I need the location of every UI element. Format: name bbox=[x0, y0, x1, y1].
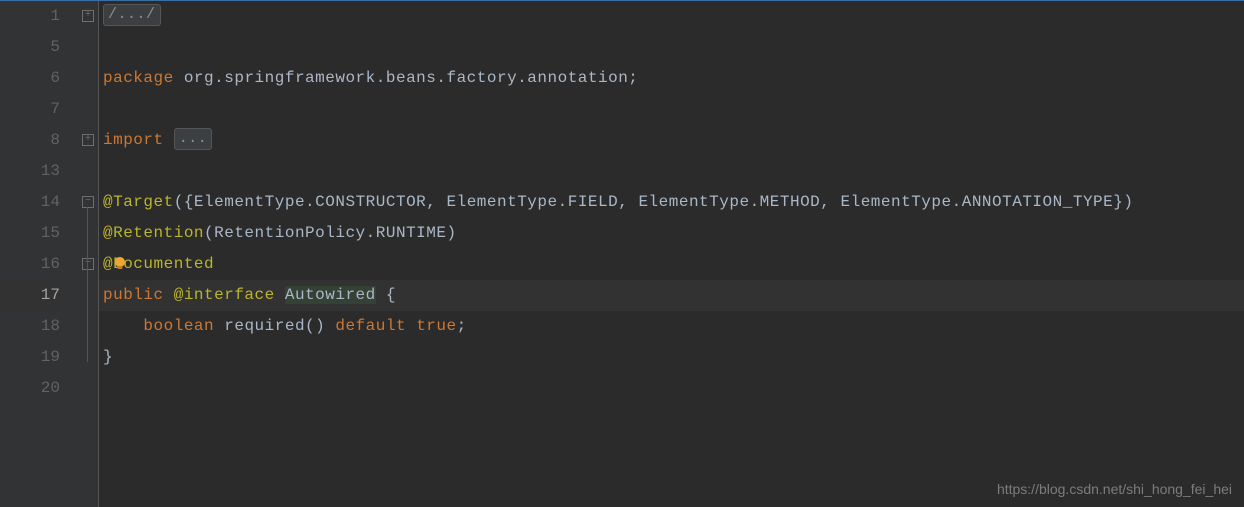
fold-expand-icon[interactable]: + bbox=[82, 134, 94, 146]
code-token: org.springframework.beans.factory.annota… bbox=[184, 69, 628, 87]
folded-region[interactable]: ... bbox=[174, 128, 213, 150]
code-token: . bbox=[366, 224, 376, 242]
code-line[interactable]: } bbox=[99, 342, 1244, 373]
fold-guide-line bbox=[87, 207, 88, 362]
code-token: package bbox=[103, 69, 174, 87]
code-line[interactable]: @Documented bbox=[99, 249, 1244, 280]
code-token: @Target bbox=[103, 193, 174, 211]
line-number: 14 bbox=[0, 187, 60, 218]
folded-region[interactable]: /.../ bbox=[103, 4, 161, 26]
code-token: . bbox=[305, 193, 315, 211]
code-token bbox=[406, 317, 416, 335]
line-number: 15 bbox=[0, 218, 60, 249]
code-token bbox=[174, 69, 184, 87]
code-line[interactable]: public @interface Autowired { bbox=[99, 280, 1244, 311]
code-token: ({ bbox=[174, 193, 194, 211]
fold-collapse-icon[interactable]: − bbox=[82, 258, 94, 270]
line-number: 16 bbox=[0, 249, 60, 280]
fold-expand-icon[interactable]: + bbox=[82, 10, 94, 22]
code-token: ; bbox=[628, 69, 638, 87]
code-token: } bbox=[103, 348, 113, 366]
code-token: CONSTRUCTOR bbox=[315, 193, 426, 211]
code-token: }) bbox=[1113, 193, 1133, 211]
code-token: import bbox=[103, 131, 164, 149]
code-token: ElementType bbox=[840, 193, 951, 211]
line-number: 6 bbox=[0, 63, 60, 94]
code-token: @interface bbox=[174, 286, 275, 304]
line-number: 7 bbox=[0, 94, 60, 125]
code-token: ( bbox=[204, 224, 214, 242]
code-token: required bbox=[224, 317, 305, 335]
code-line[interactable]: boolean required() default true; bbox=[99, 311, 1244, 342]
code-token: true bbox=[416, 317, 456, 335]
line-number-gutter: 156781314151617181920 bbox=[0, 1, 78, 507]
line-number: 18 bbox=[0, 311, 60, 342]
code-area[interactable]: /.../ package org.springframework.beans.f… bbox=[98, 1, 1244, 507]
line-number: 5 bbox=[0, 32, 60, 63]
code-line[interactable] bbox=[99, 373, 1244, 404]
code-token: default bbox=[335, 317, 406, 335]
intention-bulb-icon[interactable] bbox=[112, 256, 128, 272]
code-token: , bbox=[618, 193, 638, 211]
code-token: . bbox=[750, 193, 760, 211]
line-number: 13 bbox=[0, 156, 60, 187]
watermark-text: https://blog.csdn.net/shi_hong_fei_hei bbox=[997, 481, 1232, 497]
code-line[interactable]: import ... bbox=[99, 125, 1244, 156]
code-token: { bbox=[376, 286, 396, 304]
code-token: ElementType bbox=[194, 193, 305, 211]
code-line[interactable]: @Retention(RetentionPolicy.RUNTIME) bbox=[99, 218, 1244, 249]
code-line[interactable] bbox=[99, 94, 1244, 125]
code-token: ) bbox=[446, 224, 456, 242]
code-line[interactable] bbox=[99, 156, 1244, 187]
code-token bbox=[275, 286, 285, 304]
code-token: Autowired bbox=[285, 286, 376, 304]
fold-column: + + − − bbox=[78, 1, 98, 507]
code-token: ANNOTATION_TYPE bbox=[962, 193, 1114, 211]
code-token bbox=[164, 286, 174, 304]
code-line[interactable]: package org.springframework.beans.factor… bbox=[99, 63, 1244, 94]
fold-collapse-icon[interactable]: − bbox=[82, 196, 94, 208]
code-line[interactable] bbox=[99, 32, 1244, 63]
code-token: , bbox=[426, 193, 446, 211]
line-number: 20 bbox=[0, 373, 60, 404]
code-token: ; bbox=[457, 317, 467, 335]
code-editor[interactable]: 156781314151617181920 ++−− /.../package … bbox=[0, 0, 1244, 507]
code-token: FIELD bbox=[568, 193, 619, 211]
code-token: , bbox=[820, 193, 840, 211]
code-token: @Retention bbox=[103, 224, 204, 242]
line-number: 17 bbox=[0, 280, 60, 311]
code-token: () bbox=[305, 317, 335, 335]
code-token: . bbox=[952, 193, 962, 211]
code-token: METHOD bbox=[760, 193, 821, 211]
code-token: ElementType bbox=[638, 193, 749, 211]
code-token: public bbox=[103, 286, 164, 304]
code-token: boolean bbox=[143, 317, 214, 335]
code-token: RetentionPolicy bbox=[214, 224, 366, 242]
line-number: 1 bbox=[0, 1, 60, 32]
code-token: ElementType bbox=[446, 193, 557, 211]
code-token bbox=[214, 317, 224, 335]
line-number: 19 bbox=[0, 342, 60, 373]
code-token bbox=[164, 131, 174, 149]
code-line[interactable]: /.../ bbox=[99, 1, 1244, 32]
code-token: RUNTIME bbox=[376, 224, 447, 242]
code-token: . bbox=[558, 193, 568, 211]
code-line[interactable]: @Target({ElementType.CONSTRUCTOR, Elemen… bbox=[99, 187, 1244, 218]
line-number: 8 bbox=[0, 125, 60, 156]
